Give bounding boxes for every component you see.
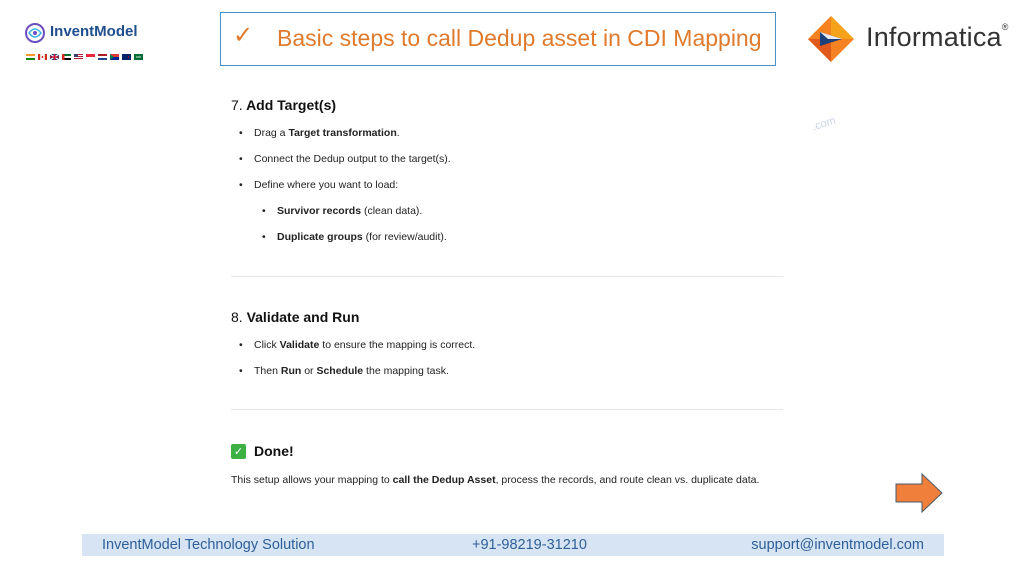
section-heading-validate-run: 8. Validate and Run <box>231 309 360 325</box>
slide-title-box: ✓ Basic steps to call Dedup asset in CDI… <box>220 12 776 66</box>
section-heading-add-targets: 7. Add Target(s) <box>231 97 337 113</box>
section-divider <box>231 276 783 277</box>
singapore-flag-icon <box>86 54 95 60</box>
informatica-logo: Informatica® <box>806 14 1009 64</box>
footer-company: InventModel Technology Solution <box>102 537 315 553</box>
check-icon: ✓ <box>233 21 254 49</box>
inventmodel-logo-text: InventModel <box>50 23 138 40</box>
informatica-diamond-icon <box>808 16 854 62</box>
done-paragraph: This setup allows your mapping to call t… <box>231 474 760 486</box>
saudi-flag-icon <box>134 54 143 60</box>
checkbox-checked-icon: ✓ <box>231 443 246 459</box>
sub-list-item: Survivor records (clean data). <box>262 205 422 217</box>
section-divider <box>231 409 783 410</box>
inventmodel-logo: InventModel <box>24 20 204 66</box>
sub-list-item: Duplicate groups (for review/audit). <box>262 231 447 243</box>
footer-bar: InventModel Technology Solution +91-9821… <box>82 534 944 556</box>
informatica-logo-text: Informatica® <box>866 22 1009 52</box>
uae-flag-icon <box>62 54 71 60</box>
done-heading: ✓ Done! <box>231 443 294 459</box>
netherlands-flag-icon <box>98 54 107 60</box>
india-flag-icon <box>26 54 35 60</box>
list-item: Define where you want to load: <box>239 179 398 191</box>
uk-flag-icon <box>50 54 59 60</box>
slide-title: Basic steps to call Dedup asset in CDI M… <box>277 25 762 51</box>
country-flags <box>26 54 143 60</box>
south-africa-flag-icon <box>110 54 119 60</box>
usa-flag-icon <box>74 54 83 60</box>
list-item: Connect the Dedup output to the target(s… <box>239 153 451 165</box>
new-zealand-flag-icon <box>122 54 131 60</box>
inventmodel-logo-icon <box>25 23 45 43</box>
list-item: Drag a Target transformation. <box>239 127 400 139</box>
next-arrow-icon[interactable] <box>894 472 944 514</box>
list-item: Then Run or Schedule the mapping task. <box>239 365 449 377</box>
list-item: Click Validate to ensure the mapping is … <box>239 339 475 351</box>
footer-phone: +91-98219-31210 <box>472 537 587 553</box>
canada-flag-icon <box>38 54 47 60</box>
footer-email: support@inventmodel.com <box>751 537 924 553</box>
watermark-text: .com <box>810 114 838 134</box>
